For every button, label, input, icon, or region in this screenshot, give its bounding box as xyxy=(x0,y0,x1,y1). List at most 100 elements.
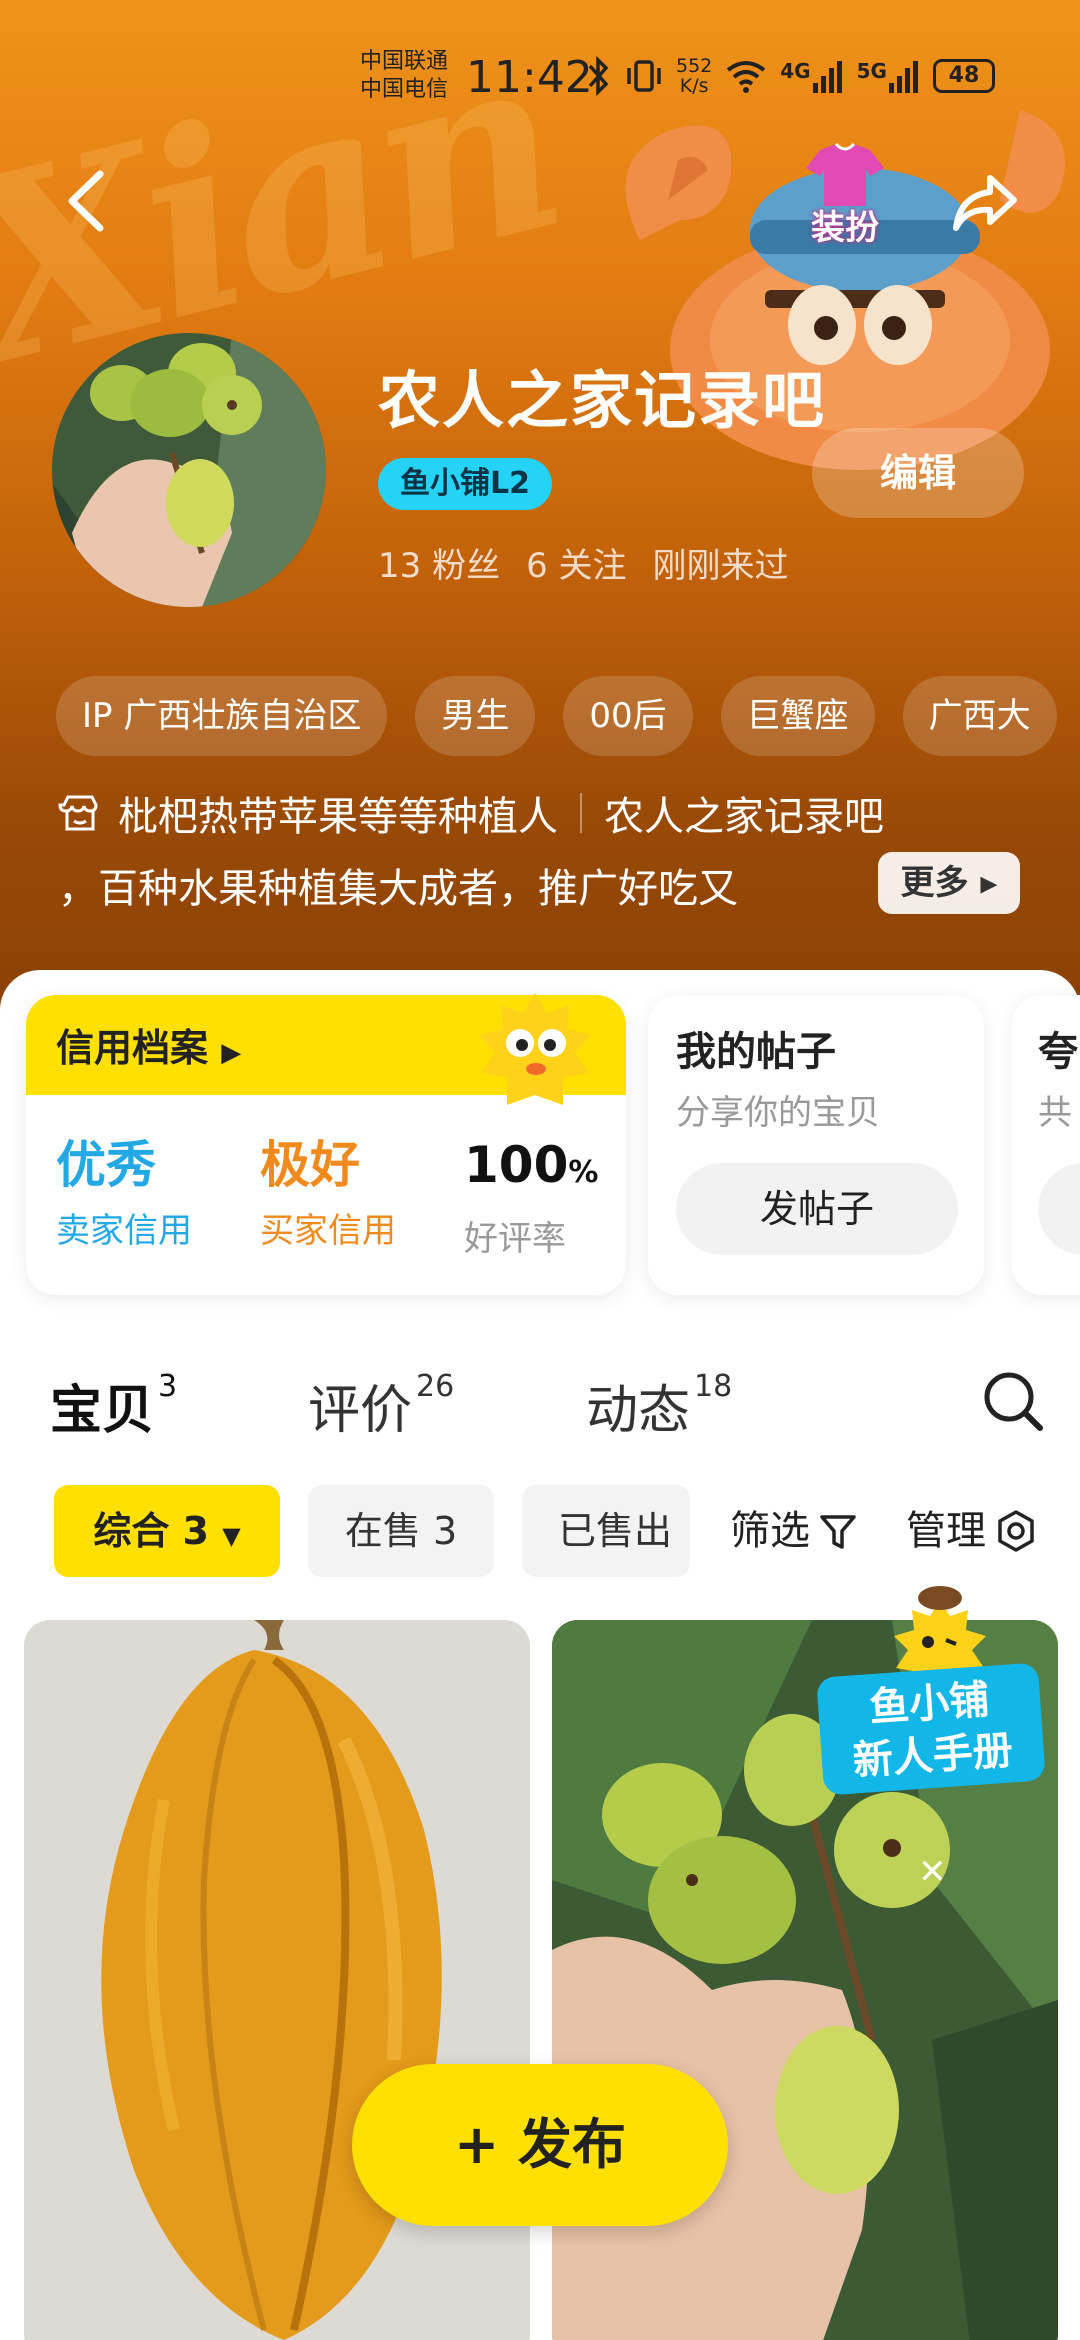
share-icon[interactable] xyxy=(950,168,1020,238)
avatar[interactable] xyxy=(52,333,326,607)
battery-indicator: 48 xyxy=(932,59,995,93)
positive-rate-label: 好评率 xyxy=(464,1219,566,1259)
bio-text-b: 农人之家记录吧 xyxy=(604,794,884,840)
profile-tags: IP 广西壮族自治区 男生 00后 巨蟹座 广西大 xyxy=(56,676,1057,756)
tag-zodiac[interactable]: 巨蟹座 xyxy=(720,676,875,756)
signal-5g-icon xyxy=(888,61,918,93)
seller-credit-label: 卖家信用 xyxy=(56,1211,192,1251)
bio-line-1: 枇杷热带苹果等等种植人 农人之家记录吧 xyxy=(58,784,884,842)
filter-sold[interactable]: 已售出 xyxy=(522,1485,690,1577)
bio-line-2: ，百种水果种植集大成者，推广好吃又 xyxy=(58,866,738,912)
profile-stats: 13 粉丝 6 关注 刚刚来过 xyxy=(378,538,789,587)
filter-bar: 综合 3 ▼ 在售 3 已售出 筛选 管理 xyxy=(0,1485,1080,1577)
status-bar: 中国联通 中国电信 11:42 552 K/s 4G 5G 48 xyxy=(0,48,1080,108)
status-icons: 552 K/s 4G 5G 48 xyxy=(586,56,995,96)
back-arrow-icon[interactable] xyxy=(58,166,118,236)
profile-screen: Xian 中国联通 中国电信 11:42 552 K/s 4G 5G 48 装扮… xyxy=(0,0,1080,2340)
create-post-button[interactable]: 发帖子 xyxy=(676,1163,958,1255)
positive-rate-unit: % xyxy=(568,1155,599,1190)
bio-text-a: 枇杷热带苹果等等种植人 xyxy=(118,794,558,840)
publish-button[interactable]: + 发布 xyxy=(352,2064,728,2226)
caret-down-icon: ▼ xyxy=(222,1522,241,1550)
filter-on-sale[interactable]: 在售 3 xyxy=(308,1485,494,1577)
profile-header: Xian 中国联通 中国电信 11:42 552 K/s 4G 5G 48 装扮… xyxy=(0,0,1080,1020)
tag-gender[interactable]: 男生 xyxy=(415,676,536,756)
username: 农人之家记录吧 xyxy=(378,364,827,437)
dress-up-label: 装扮 xyxy=(811,208,879,248)
more-label: 更多 xyxy=(900,863,969,903)
wifi-icon xyxy=(727,61,766,93)
seller-credit: 优秀 卖家信用 xyxy=(56,1135,192,1252)
shop-icon xyxy=(58,795,98,831)
positive-rate-value: 100% xyxy=(464,1135,598,1203)
fans-count[interactable]: 13 粉丝 xyxy=(378,538,500,587)
partial-card-title: 夸 xyxy=(1038,1029,1078,1075)
content-tabs: 宝贝 3 评价 26 动态 18 xyxy=(0,1360,1080,1460)
dress-up-button[interactable]: 装扮 xyxy=(800,140,890,250)
filter-all[interactable]: 综合 3 ▼ xyxy=(54,1485,280,1577)
my-posts-card[interactable]: 我的帖子 分享你的宝贝 发帖子 xyxy=(648,995,984,1295)
seller-credit-value: 优秀 xyxy=(56,1136,156,1194)
credit-title: 信用档案 xyxy=(56,1026,209,1070)
clock: 11:42 xyxy=(466,52,593,103)
net-speed-value: 552 xyxy=(676,55,713,77)
bio-more-button[interactable]: 更多 ▸ xyxy=(878,852,1020,914)
net-speed-unit: K/s xyxy=(679,75,709,97)
promo-box: 鱼小铺 新人手册 xyxy=(816,1662,1046,1796)
manage-button[interactable]: 管理 xyxy=(906,1485,1038,1577)
partial-card[interactable]: 夸 共 xyxy=(1012,995,1080,1295)
manage-label: 管理 xyxy=(906,1508,986,1554)
tab-items-count: 3 xyxy=(158,1368,178,1404)
close-icon[interactable]: ✕ xyxy=(918,1852,947,1892)
net-speed: 552 K/s xyxy=(676,56,712,96)
bio-divider xyxy=(580,793,582,833)
search-icon[interactable] xyxy=(980,1368,1046,1434)
new-user-guide-promo[interactable]: 鱼小铺 新人手册 xyxy=(816,1580,1050,1800)
signal-4g-label: 4G xyxy=(780,59,811,83)
partial-card-button[interactable] xyxy=(1038,1163,1080,1255)
tab-moments-label: 动态 xyxy=(586,1381,691,1441)
product-card-starfruit[interactable] xyxy=(24,1620,530,2340)
tab-moments-count: 18 xyxy=(694,1368,733,1404)
credit-card-title: 信用档案 ▶ xyxy=(56,1017,241,1072)
tab-reviews-label: 评价 xyxy=(308,1381,413,1441)
my-posts-subtitle: 分享你的宝贝 xyxy=(676,1093,880,1133)
tab-items[interactable]: 宝贝 3 xyxy=(50,1368,177,1443)
avatar-image xyxy=(52,333,326,607)
carrier-info: 中国联通 中国电信 xyxy=(360,48,448,104)
filter-screen-label: 筛选 xyxy=(730,1508,810,1554)
vibrate-icon xyxy=(627,60,661,92)
tag-school[interactable]: 广西大 xyxy=(902,676,1057,756)
tab-items-label: 宝贝 xyxy=(50,1381,155,1441)
positive-rate: 100% 好评率 xyxy=(464,1135,598,1260)
carrier-1: 中国联通 xyxy=(360,49,449,74)
my-posts-title: 我的帖子 xyxy=(676,1029,836,1075)
tab-reviews-count: 26 xyxy=(416,1368,455,1404)
signal-4g: 4G xyxy=(780,59,844,93)
filter-screen-button[interactable]: 筛选 xyxy=(730,1485,858,1577)
partial-card-subtitle: 共 xyxy=(1038,1093,1072,1133)
filter-all-label: 综合 3 xyxy=(93,1509,209,1553)
credit-mascot-icon xyxy=(479,993,591,1105)
tab-reviews[interactable]: 评价 26 xyxy=(308,1368,454,1443)
edit-profile-button[interactable]: 编辑 xyxy=(812,428,1024,518)
buyer-credit-label: 买家信用 xyxy=(260,1211,396,1251)
store-level-badge[interactable]: 鱼小铺L2 xyxy=(378,458,552,510)
gear-icon xyxy=(998,1510,1034,1552)
positive-rate-number: 100 xyxy=(464,1136,569,1194)
triangle-right-icon: ▶ xyxy=(221,1038,242,1068)
buyer-credit-value: 极好 xyxy=(260,1136,360,1194)
bluetooth-icon xyxy=(588,56,609,96)
tab-moments[interactable]: 动态 18 xyxy=(586,1368,732,1443)
following-count[interactable]: 6 关注 xyxy=(526,538,626,587)
tag-ip-location[interactable]: IP 广西壮族自治区 xyxy=(56,676,388,756)
last-seen: 刚刚来过 xyxy=(652,546,789,586)
buyer-credit: 极好 买家信用 xyxy=(260,1135,396,1252)
signal-5g-label: 5G xyxy=(856,59,887,83)
signal-5g: 5G xyxy=(857,59,921,93)
funnel-icon xyxy=(820,1515,856,1549)
carrier-2: 中国电信 xyxy=(360,77,449,102)
signal-4g-icon xyxy=(812,61,842,93)
starfruit-image xyxy=(24,1620,530,2340)
tag-age[interactable]: 00后 xyxy=(563,676,693,756)
